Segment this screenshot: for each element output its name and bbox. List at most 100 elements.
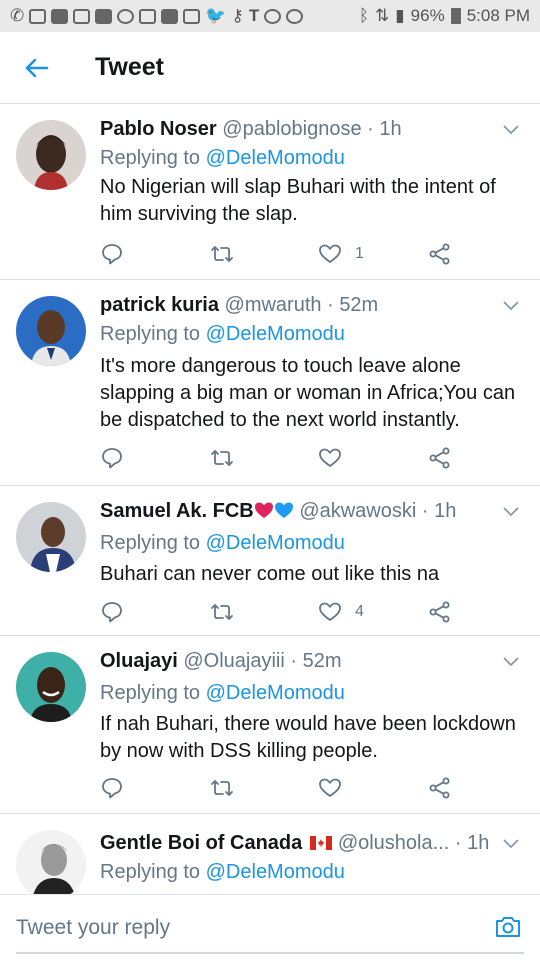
data-icon: ⇅ bbox=[375, 6, 390, 25]
retweet-button[interactable] bbox=[210, 445, 234, 471]
tweet-header: Pablo Noser @pablobignose · 1h bbox=[100, 117, 500, 141]
mail-icon bbox=[29, 8, 47, 24]
share-icon bbox=[429, 243, 450, 265]
avatar[interactable] bbox=[16, 502, 86, 572]
tweet-text: Buhari can never come out like this na bbox=[100, 563, 440, 585]
like-button[interactable]: 4 bbox=[318, 599, 364, 625]
reply-icon bbox=[102, 448, 122, 469]
instagram-icon-2 bbox=[286, 8, 304, 24]
share-icon bbox=[429, 601, 450, 623]
heart-icon bbox=[319, 602, 341, 621]
phone-icon: ✆ bbox=[10, 6, 25, 25]
retweet-icon bbox=[211, 604, 233, 620]
share-button[interactable] bbox=[428, 241, 452, 267]
mention-link[interactable]: @DeleMomodu bbox=[206, 147, 345, 169]
chevron-down-icon[interactable] bbox=[502, 506, 520, 518]
share-button[interactable] bbox=[428, 445, 452, 471]
chevron-down-icon[interactable] bbox=[502, 300, 520, 312]
reply-icon bbox=[102, 602, 122, 623]
reply-button[interactable] bbox=[100, 775, 124, 801]
replying-to: Replying to @DeleMomodu bbox=[100, 322, 345, 346]
display-name[interactable]: Samuel Ak. FCB bbox=[100, 500, 254, 522]
avatar[interactable] bbox=[16, 120, 86, 190]
timestamp: 52m bbox=[339, 294, 379, 316]
avatar[interactable] bbox=[16, 830, 86, 894]
status-bar: ✆ 🐦 ⚷ T ᛒ ⇅ ▮ 96% 5:08 PM bbox=[0, 0, 540, 32]
system-icons: ᛒ ⇅ ▮ 96% 5:08 PM bbox=[359, 6, 530, 26]
battery-icon bbox=[450, 8, 461, 24]
retweet-button[interactable] bbox=[210, 775, 234, 801]
tweet-header: Gentle Boi of Canada @olushola... · 1h bbox=[100, 831, 500, 855]
back-arrow-icon[interactable] bbox=[20, 52, 52, 84]
reply-composer: Tweet your reply bbox=[0, 894, 540, 960]
share-icon bbox=[429, 447, 450, 469]
reply-button[interactable] bbox=[100, 241, 124, 267]
tweet-item[interactable]: Samuel Ak. FCB @akwawoski · 1h Replying … bbox=[0, 486, 540, 636]
chevron-down-icon[interactable] bbox=[502, 124, 520, 136]
tweet-actions bbox=[100, 775, 520, 801]
tweet-header: Samuel Ak. FCB @akwawoski · 1h bbox=[100, 499, 500, 526]
tweet-item[interactable]: Pablo Noser @pablobignose · 1h Replying … bbox=[0, 104, 540, 280]
replying-to-label: Replying to bbox=[100, 682, 201, 704]
handle[interactable]: @mwaruth bbox=[225, 294, 322, 316]
mention-link[interactable]: @DeleMomodu bbox=[206, 532, 345, 554]
replying-to: Replying to @DeleMomodu bbox=[100, 681, 345, 705]
replying-to: Replying to @DeleMomodu bbox=[100, 146, 345, 170]
reply-icon bbox=[102, 244, 122, 265]
retweet-button[interactable] bbox=[210, 599, 234, 625]
handle[interactable]: @pablobignose bbox=[222, 118, 361, 140]
avatar[interactable] bbox=[16, 652, 86, 722]
mention-link[interactable]: @DeleMomodu bbox=[206, 861, 345, 883]
reply-button[interactable] bbox=[100, 599, 124, 625]
display-name[interactable]: Gentle Boi of Canada bbox=[100, 832, 302, 854]
battery-percent: 96% bbox=[410, 6, 445, 25]
avatar[interactable] bbox=[16, 296, 86, 366]
like-button[interactable] bbox=[318, 775, 355, 801]
reply-input[interactable]: Tweet your reply bbox=[16, 916, 170, 940]
timestamp: 1h bbox=[434, 500, 457, 522]
notification-icons: ✆ 🐦 ⚷ T bbox=[10, 6, 304, 26]
mention-link[interactable]: @DeleMomodu bbox=[206, 323, 345, 345]
handle[interactable]: @akwawoski bbox=[299, 500, 416, 522]
reply-button[interactable] bbox=[100, 445, 124, 471]
reply-list[interactable]: Pablo Noser @pablobignose · 1h Replying … bbox=[0, 104, 540, 894]
like-button[interactable]: 1 bbox=[318, 241, 364, 267]
handle[interactable]: @Oluajayiii bbox=[183, 650, 284, 672]
like-button[interactable] bbox=[318, 445, 355, 471]
retweet-button[interactable] bbox=[210, 241, 234, 267]
tweet-item[interactable]: patrick kuria @mwaruth · 52m Replying to… bbox=[0, 280, 540, 486]
separator-dot: · bbox=[290, 650, 298, 672]
tweet-header: patrick kuria @mwaruth · 52m bbox=[100, 293, 500, 317]
retweet-icon bbox=[211, 246, 233, 262]
chevron-down-icon[interactable] bbox=[502, 656, 520, 668]
tweet-item[interactable]: Oluajayi @Oluajayiii · 52m Replying to @… bbox=[0, 636, 540, 814]
clock: 5:08 PM bbox=[466, 6, 530, 25]
top-bar: Tweet bbox=[0, 32, 540, 104]
chevron-down-icon[interactable] bbox=[502, 838, 520, 850]
signal-icon: ▮ bbox=[395, 6, 405, 25]
mention-link[interactable]: @DeleMomodu bbox=[206, 682, 345, 704]
tweet-header: Oluajayi @Oluajayiii · 52m bbox=[100, 649, 500, 673]
display-name[interactable]: Pablo Noser bbox=[100, 118, 217, 140]
handle[interactable]: @olushola... bbox=[338, 832, 449, 854]
camera-icon[interactable] bbox=[494, 913, 522, 941]
page-title: Tweet bbox=[95, 53, 164, 81]
input-underline bbox=[16, 952, 524, 954]
canada-flag-icon bbox=[309, 836, 332, 850]
share-button[interactable] bbox=[428, 599, 452, 625]
display-name[interactable]: patrick kuria bbox=[100, 294, 219, 316]
tweet-text: If nah Buhari, there would have been loc… bbox=[100, 713, 516, 762]
heart-emoji-icon bbox=[254, 500, 294, 526]
reply-icon bbox=[102, 778, 122, 799]
tweet-item[interactable]: Gentle Boi of Canada @olushola... · 1h R… bbox=[0, 814, 540, 894]
share-icon bbox=[429, 777, 450, 799]
heart-icon bbox=[319, 778, 341, 797]
display-name[interactable]: Oluajayi bbox=[100, 650, 178, 672]
timestamp: 1h bbox=[379, 118, 402, 140]
separator-dot: · bbox=[421, 500, 429, 522]
key-icon: ⚷ bbox=[231, 6, 244, 25]
app-icon bbox=[183, 8, 201, 24]
image-icon bbox=[139, 8, 157, 24]
heart-icon bbox=[319, 448, 341, 467]
share-button[interactable] bbox=[428, 775, 452, 801]
